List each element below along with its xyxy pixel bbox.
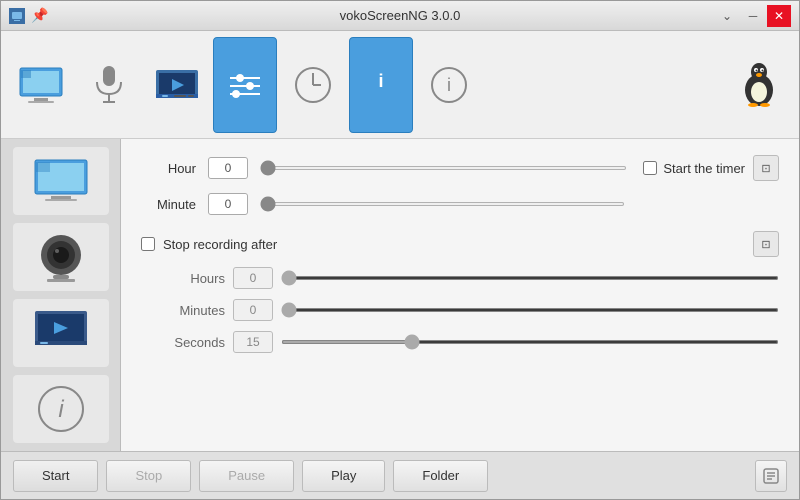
minute-label: Minute bbox=[141, 197, 196, 212]
minutes-input[interactable] bbox=[233, 299, 273, 321]
seconds-label: Seconds bbox=[165, 335, 225, 350]
video-toolbar-icon bbox=[153, 61, 201, 109]
folder-button[interactable]: Folder bbox=[393, 460, 488, 492]
svg-text:i: i bbox=[447, 75, 451, 95]
toolbar: i i bbox=[1, 31, 799, 139]
sidebar-item-screen[interactable] bbox=[13, 147, 109, 215]
pause-button[interactable]: Pause bbox=[199, 460, 294, 492]
start-button[interactable]: Start bbox=[13, 460, 98, 492]
titlebar-left: 📌 bbox=[9, 7, 48, 24]
play-button[interactable]: Play bbox=[302, 460, 385, 492]
close-btn[interactable]: ✕ bbox=[767, 5, 791, 27]
start-timer-checkbox[interactable] bbox=[643, 161, 657, 175]
seconds-input[interactable] bbox=[233, 331, 273, 353]
minimize-btn[interactable]: ─ bbox=[741, 5, 765, 27]
pin-icon[interactable]: 📌 bbox=[31, 7, 48, 24]
dropdown-btn[interactable]: ⌄ bbox=[715, 5, 739, 27]
screen-toolbar-icon bbox=[17, 61, 65, 109]
minutes-slider[interactable] bbox=[281, 308, 779, 312]
hour-info-btn[interactable]: ⊡ bbox=[753, 155, 779, 181]
tux-icon bbox=[735, 61, 783, 109]
start-timer-label: Start the timer bbox=[663, 161, 745, 176]
content-panel: Hour Start the timer ⊡ Minute bbox=[121, 139, 799, 451]
app-icon bbox=[9, 8, 25, 24]
toolbar-chat[interactable]: i bbox=[349, 37, 413, 133]
hour-input[interactable] bbox=[208, 157, 248, 179]
settings-toolbar-icon bbox=[221, 61, 269, 109]
toolbar-mic[interactable] bbox=[77, 37, 141, 133]
info-toolbar-icon: i bbox=[425, 61, 473, 109]
toolbar-settings[interactable] bbox=[213, 37, 277, 133]
toolbar-timer[interactable] bbox=[281, 37, 345, 133]
mic-toolbar-icon bbox=[85, 61, 133, 109]
sidebar: i bbox=[1, 139, 121, 451]
sidebar-item-webcam[interactable] bbox=[13, 223, 109, 291]
chat-toolbar-icon: i bbox=[357, 61, 405, 109]
titlebar: 📌 vokoScreenNG 3.0.0 ⌄ ─ ✕ bbox=[1, 1, 799, 31]
titlebar-controls: ⌄ ─ ✕ bbox=[715, 5, 791, 27]
bottom-bar: Start Stop Pause Play Folder bbox=[1, 451, 799, 499]
sidebar-item-about[interactable]: i bbox=[13, 375, 109, 443]
window-title: vokoScreenNG 3.0.0 bbox=[340, 8, 461, 23]
hour-slider[interactable] bbox=[260, 166, 627, 170]
clock-toolbar-icon bbox=[289, 61, 337, 109]
svg-text:i: i bbox=[58, 396, 64, 423]
toolbar-info[interactable]: i bbox=[417, 37, 481, 133]
hours-label: Hours bbox=[165, 271, 225, 286]
main-window: 📌 vokoScreenNG 3.0.0 ⌄ ─ ✕ bbox=[0, 0, 800, 500]
minute-slider[interactable] bbox=[260, 202, 625, 206]
svg-text:i: i bbox=[378, 71, 383, 91]
sidebar-item-player[interactable] bbox=[13, 299, 109, 367]
seconds-slider[interactable] bbox=[281, 340, 779, 344]
stop-recording-info-btn[interactable]: ⊡ bbox=[753, 231, 779, 257]
toolbar-video[interactable] bbox=[145, 37, 209, 133]
hour-label: Hour bbox=[141, 161, 196, 176]
hours-input[interactable] bbox=[233, 267, 273, 289]
minutes-label: Minutes bbox=[165, 303, 225, 318]
toolbar-screen[interactable] bbox=[9, 37, 73, 133]
hours-slider[interactable] bbox=[281, 276, 779, 280]
stop-button[interactable]: Stop bbox=[106, 460, 191, 492]
main-area: i Hour Start the timer ⊡ bbox=[1, 139, 799, 451]
stop-recording-checkbox[interactable] bbox=[141, 237, 155, 251]
stop-recording-label: Stop recording after bbox=[163, 237, 277, 252]
toolbar-tux[interactable] bbox=[727, 37, 791, 133]
minute-input[interactable] bbox=[208, 193, 248, 215]
bottom-info-btn[interactable] bbox=[755, 460, 787, 492]
